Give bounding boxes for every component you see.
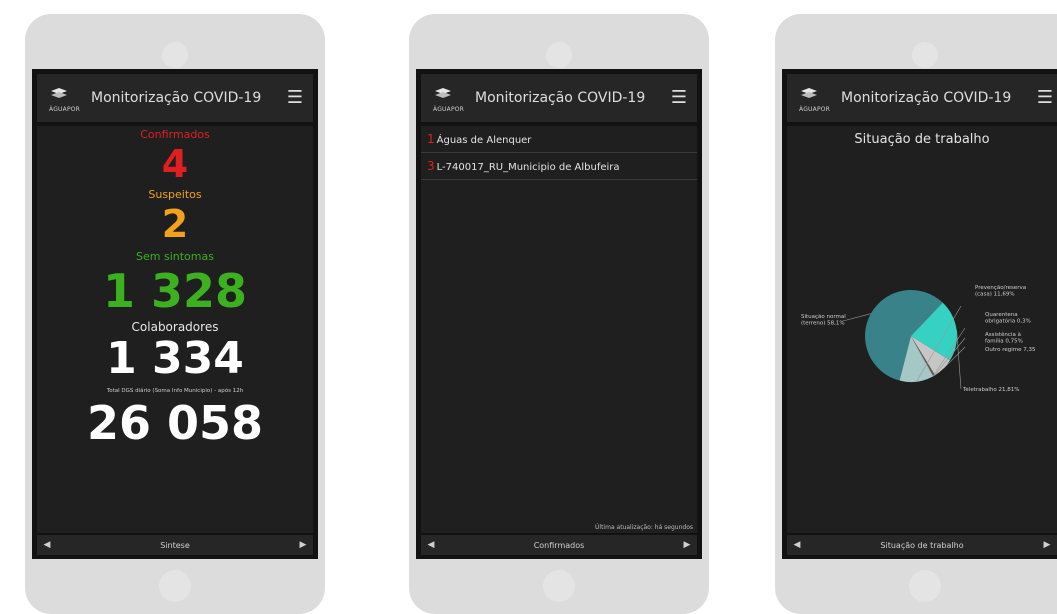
- no-symptoms-value: 1 328: [102, 264, 248, 318]
- last-update-note: Última atualização: há segundos: [595, 524, 693, 531]
- pie-slice-label: Quarentena obrigatória 0,3%: [985, 312, 1031, 325]
- dgs-label: Total DGS diário (Soma Info Municipio) -…: [106, 388, 244, 394]
- pie-slice-label: Teletrabalho 21,81%: [962, 387, 1019, 393]
- footer-nav: ◀ Confirmados ▶: [421, 535, 697, 555]
- pie-chart: Situação normal (terreno) 58,1% Teletrabal…: [801, 285, 1036, 393]
- hamburger-menu-icon[interactable]: ☰: [1037, 89, 1053, 107]
- employees-value: 1 334: [106, 333, 244, 384]
- aguapor-logo: ÀGUAPOR: [49, 87, 83, 113]
- aguapor-logo: ÀGUAPOR: [433, 87, 467, 113]
- prev-arrow-icon[interactable]: ◀: [421, 540, 441, 550]
- camera: [546, 42, 572, 68]
- list-item-count: 1: [427, 132, 435, 146]
- list-item-name: L-740017_RU_Municipio de Albufeira: [436, 162, 620, 173]
- dgs-value: 26 058: [86, 396, 264, 450]
- footer-label: Confirmados: [533, 540, 585, 550]
- list-item[interactable]: 3 L-740017_RU_Municipio de Albufeira: [421, 153, 697, 180]
- home-button: [543, 570, 575, 602]
- home-button: [159, 570, 191, 602]
- pie-slice-label: Situação normal (terreno) 58,1%: [801, 314, 846, 327]
- pie-slice-label: Assistência à família 0,75%: [985, 331, 1023, 345]
- app-title: Monitorização COVID-19: [475, 90, 646, 106]
- home-button: [909, 570, 941, 602]
- next-arrow-icon[interactable]: ▶: [1037, 540, 1057, 550]
- aguapor-logo: ÀGUAPOR: [799, 87, 833, 113]
- phone-screen: ÀGUAPOR Monitorização COVID-19 ☰ 1 Águas …: [416, 69, 702, 559]
- app-title: Monitorização COVID-19: [91, 90, 262, 106]
- app-bar: ÀGUAPOR Monitorização COVID-19 ☰: [37, 74, 313, 122]
- hamburger-menu-icon[interactable]: ☰: [671, 89, 687, 107]
- hamburger-menu-icon[interactable]: ☰: [287, 89, 303, 107]
- phone-screen: ÀGUAPOR Monitorização COVID-19 ☰ Situaçã…: [782, 69, 1057, 559]
- footer-label: Sintese: [160, 540, 190, 550]
- summary-panel: Confirmados 4 Suspeitos 2 Sem sintomas 1…: [37, 126, 313, 533]
- camera: [162, 42, 188, 68]
- confirmed-value: 4: [161, 142, 189, 186]
- footer-nav: ◀ Sintese ▶: [37, 535, 313, 555]
- phone-mockup-1: ÀGUAPOR Monitorização COVID-19 ☰ Confirm…: [25, 14, 325, 614]
- footer-nav: ◀ Situação de trabalho ▶: [787, 535, 1057, 555]
- logo-text: ÀGUAPOR: [49, 106, 81, 113]
- work-situation-panel: Situação de trabalho Situação normal (ter…: [787, 126, 1057, 533]
- phone-screen: ÀGUAPOR Monitorização COVID-19 ☰ Confirm…: [32, 69, 318, 559]
- logo-text: ÀGUAPOR: [799, 106, 831, 113]
- phone-mockup-2: ÀGUAPOR Monitorização COVID-19 ☰ 1 Águas …: [409, 14, 709, 614]
- no-symptoms-label: Sem sintomas: [136, 250, 214, 263]
- list-item-name: Águas de Alenquer: [436, 135, 532, 146]
- prev-arrow-icon[interactable]: ◀: [37, 540, 57, 550]
- pie-slice-label: Prevenção/reserva (casa) 11,69%: [975, 285, 1026, 298]
- footer-label: Situação de trabalho: [880, 540, 964, 550]
- employees-label: Colaboradores: [131, 320, 219, 334]
- next-arrow-icon[interactable]: ▶: [677, 540, 697, 550]
- app-bar: ÀGUAPOR Monitorização COVID-19 ☰: [421, 74, 697, 122]
- list-item[interactable]: 1 Águas de Alenquer: [421, 126, 697, 153]
- prev-arrow-icon[interactable]: ◀: [787, 540, 807, 550]
- suspected-value: 2: [161, 202, 189, 246]
- confirmed-label: Confirmados: [140, 128, 210, 141]
- list-item-count: 3: [427, 159, 435, 173]
- camera: [912, 42, 938, 68]
- app-bar: ÀGUAPOR Monitorização COVID-19 ☰: [787, 74, 1057, 122]
- suspected-label: Suspeitos: [148, 188, 202, 201]
- pie-slice-label: Outro regime 7,35: [985, 347, 1036, 353]
- pie-leader-line: [842, 313, 871, 322]
- app-title: Monitorização COVID-19: [841, 90, 1012, 106]
- next-arrow-icon[interactable]: ▶: [293, 540, 313, 550]
- logo-text: ÀGUAPOR: [433, 106, 465, 113]
- phone-mockup-3: ÀGUAPOR Monitorização COVID-19 ☰ Situaçã…: [775, 14, 1057, 614]
- confirmed-list-panel: 1 Águas de Alenquer 3 L-740017_RU_Municipi…: [421, 126, 697, 533]
